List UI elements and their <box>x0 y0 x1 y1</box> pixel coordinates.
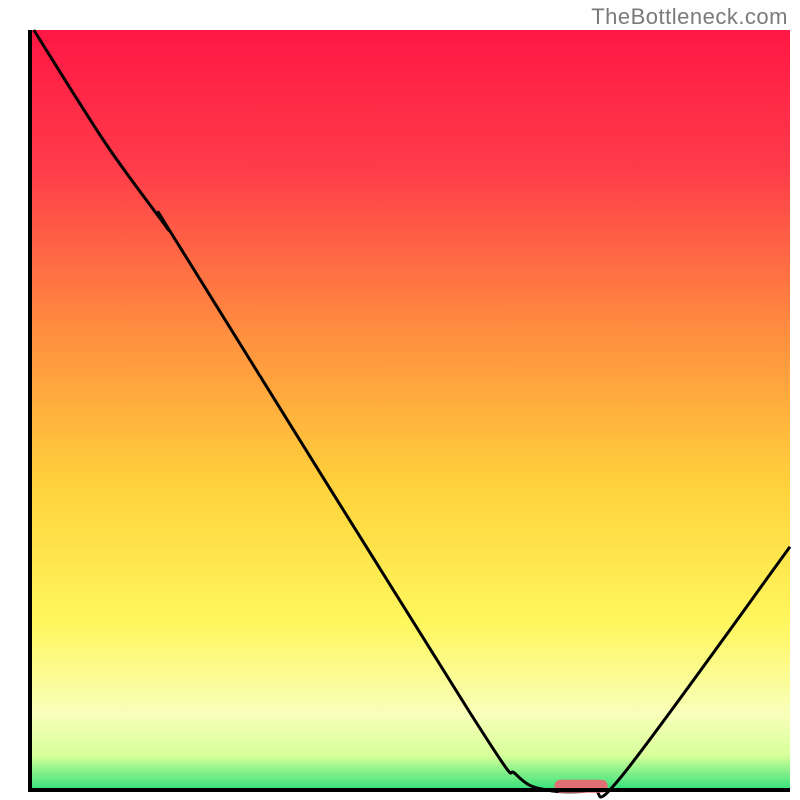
bottleneck-chart: TheBottleneck.com <box>0 0 800 800</box>
watermark-text: TheBottleneck.com <box>591 4 788 30</box>
chart-svg <box>0 0 800 800</box>
gradient-background <box>30 30 790 790</box>
